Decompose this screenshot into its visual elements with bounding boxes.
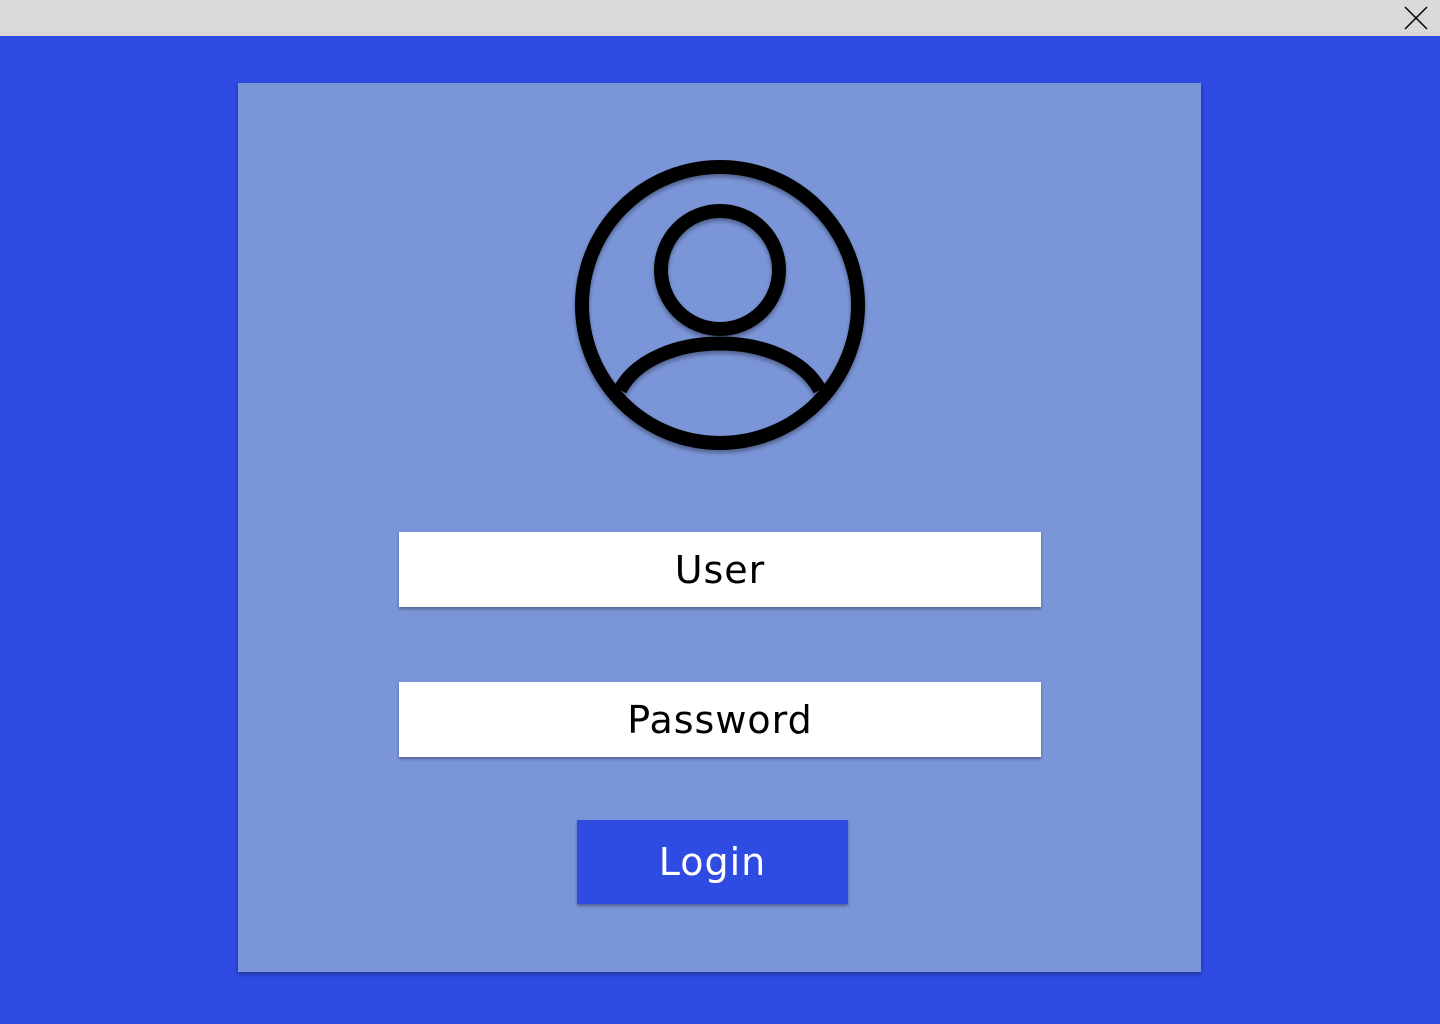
password-field-placeholder: Password bbox=[627, 697, 813, 742]
login-button-label: Login bbox=[658, 840, 767, 884]
user-avatar-icon bbox=[575, 160, 865, 450]
user-field-placeholder: User bbox=[674, 547, 766, 592]
login-button[interactable]: Login bbox=[577, 820, 848, 904]
login-card: User Password Login bbox=[238, 83, 1201, 972]
close-icon[interactable] bbox=[1402, 4, 1430, 32]
password-field[interactable]: Password bbox=[399, 682, 1041, 757]
user-field[interactable]: User bbox=[399, 532, 1041, 607]
page-background: User Password Login bbox=[0, 36, 1440, 1024]
window-titlebar bbox=[0, 0, 1440, 36]
